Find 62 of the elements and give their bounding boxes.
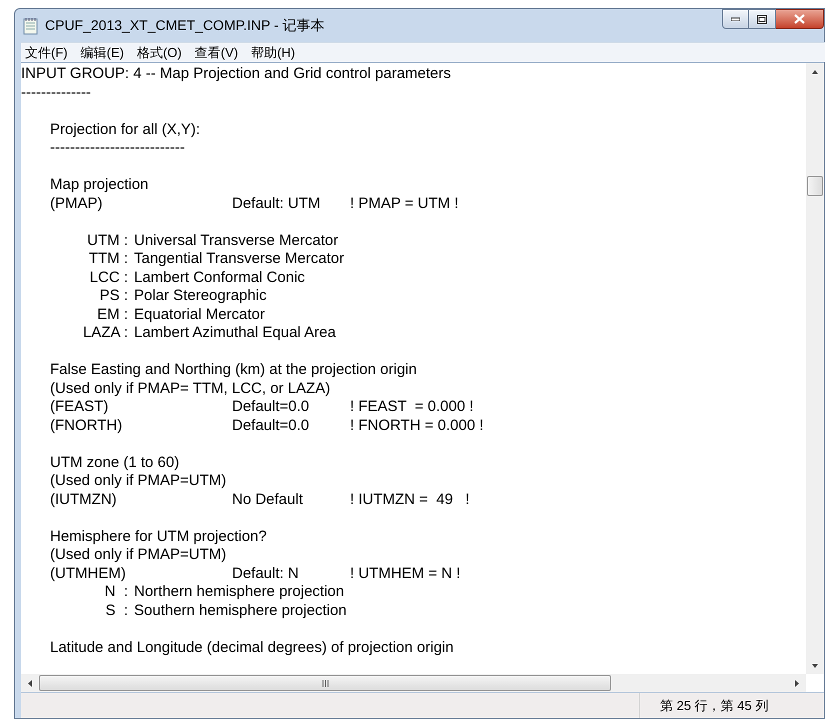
option-code: EM : bbox=[97, 306, 128, 324]
close-icon bbox=[794, 14, 805, 24]
menu-item[interactable]: 编辑(E) bbox=[80, 42, 124, 62]
option-description: Lambert Azimuthal Equal Area bbox=[133, 324, 336, 342]
option-code: N : bbox=[104, 583, 128, 602]
text-line: (Used only if PMAP=UTM) bbox=[50, 546, 226, 564]
text-line: False Easting and Northing (km) at the projection origin bbox=[50, 361, 417, 380]
default-value: Default=0.0 bbox=[232, 398, 310, 416]
parameter-name: (FEAST) bbox=[50, 398, 110, 416]
option-code: S : bbox=[105, 602, 128, 620]
option-description: Tangential Transverse Mercator bbox=[133, 250, 344, 268]
parameter-value: ! IUTMZN = 49 ! bbox=[350, 490, 470, 509]
close-button[interactable] bbox=[776, 9, 824, 29]
option-code: TTM : bbox=[88, 250, 128, 268]
vertical-scrollbar[interactable] bbox=[806, 63, 824, 674]
text-line: Map projection bbox=[50, 176, 148, 194]
parameter-name: (PMAP) bbox=[50, 194, 104, 213]
horizontal-scrollbar[interactable] bbox=[21, 674, 806, 692]
parameter-value: ! PMAP = UTM ! bbox=[350, 194, 458, 213]
text-line: Hemisphere for UTM projection? bbox=[50, 528, 267, 546]
text-line: INPUT GROUP: 4 -- Map Projection and Grid control parameters bbox=[21, 65, 451, 84]
option-code: LCC : bbox=[90, 268, 128, 287]
notepad-icon bbox=[23, 16, 39, 34]
option-description: Lambert Conformal Conic bbox=[133, 268, 305, 287]
menu-item[interactable]: 查看(V) bbox=[194, 42, 238, 62]
option-description: Equatorial Mercator bbox=[133, 306, 265, 324]
parameter-value: ! FEAST = 0.000 ! bbox=[350, 398, 474, 416]
option-description: Northern hemisphere projection bbox=[133, 583, 344, 602]
scrollbar-thumb[interactable] bbox=[39, 675, 611, 691]
text-line: UTM zone (1 to 60) bbox=[50, 454, 180, 472]
option-code: PS : bbox=[100, 287, 128, 306]
parameter-value: ! FNORTH = 0.000 ! bbox=[350, 416, 484, 435]
default-value: Default: N bbox=[232, 564, 300, 583]
text-line: -------------- bbox=[21, 84, 91, 102]
scrollbar-thumb[interactable] bbox=[807, 176, 823, 196]
window-title: CPUF_2013_XT_CMET_COMP.INP - 记事本 bbox=[45, 16, 325, 35]
minimize-icon bbox=[731, 17, 740, 21]
parameter-name: (FNORTH) bbox=[50, 416, 124, 435]
menu-item[interactable]: 帮助(H) bbox=[251, 42, 296, 62]
text-line: (Used only if PMAP=UTM) bbox=[50, 472, 226, 490]
parameter-name: (UTMHEM) bbox=[50, 564, 127, 583]
default-value: No Default bbox=[232, 490, 304, 509]
text-line: (Used only if PMAP= TTM, LCC, or LAZA) bbox=[50, 380, 330, 398]
option-description: Universal Transverse Mercator bbox=[133, 232, 338, 250]
text-line: Projection for all (X,Y): bbox=[50, 120, 200, 139]
default-value: Default=0.0 bbox=[232, 416, 310, 435]
option-code: LAZA : bbox=[82, 324, 128, 342]
minimize-button[interactable] bbox=[722, 9, 749, 29]
maximize-icon bbox=[757, 14, 767, 24]
menu-item[interactable]: 文件(F) bbox=[25, 42, 68, 62]
parameter-value: ! UTMHEM = N ! bbox=[350, 564, 460, 583]
menu-item[interactable]: 格式(O) bbox=[136, 42, 182, 62]
maximize-button[interactable] bbox=[749, 9, 776, 29]
text-line: Latitude and Longitude (decimal degrees) of projection origin bbox=[50, 638, 454, 657]
cursor-position: 第 25 行，第 45 列 bbox=[660, 696, 768, 715]
option-description: Southern hemisphere projection bbox=[133, 602, 347, 620]
option-code: UTM : bbox=[87, 232, 128, 250]
default-value: Default: UTM bbox=[232, 194, 322, 213]
option-description: Polar Stereographic bbox=[133, 287, 267, 306]
grip-icon bbox=[322, 680, 328, 686]
parameter-name: (IUTMZN) bbox=[50, 490, 118, 509]
text-line: --------------------------- bbox=[50, 139, 185, 158]
